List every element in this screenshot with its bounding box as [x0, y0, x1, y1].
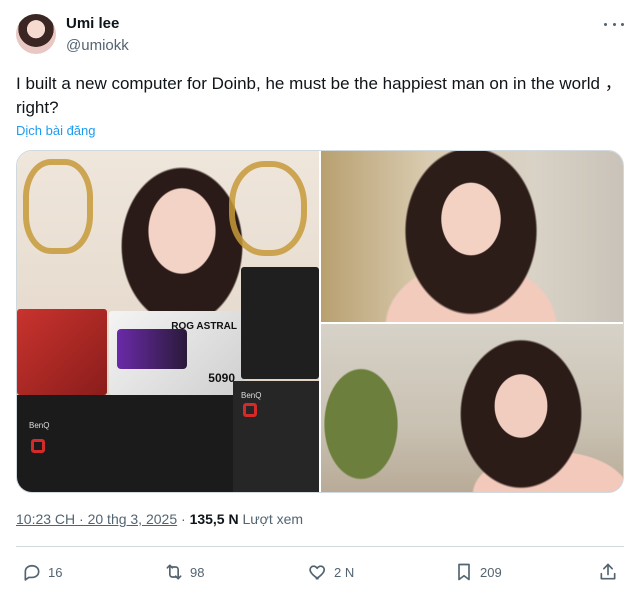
psu-box	[17, 309, 107, 395]
author-name[interactable]: Umi lee	[66, 15, 119, 32]
gpu-box-brand: ROG ASTRAL	[171, 321, 237, 332]
reply-count: 16	[48, 564, 63, 580]
retweet-count: 98	[190, 564, 205, 580]
bookmark-icon	[458, 563, 470, 581]
bookmark-count: 209	[480, 564, 502, 580]
tweet-actions: 16 98 2 N 209	[16, 558, 624, 586]
meta-separator: ·	[181, 511, 186, 527]
tweet-text: I built a new computer for Doinb, he mus…	[16, 74, 622, 117]
bookmark-button[interactable]: 209	[454, 558, 502, 586]
translate-post-link[interactable]: Dịch bài đăng	[16, 123, 96, 138]
like-count: 2 N	[334, 564, 355, 580]
zowie-logo	[31, 439, 45, 453]
author-handle[interactable]: @umiokk	[66, 37, 129, 54]
divider	[16, 546, 624, 547]
tweet-timestamp[interactable]: 10:23 CH · 20 thg 3, 2025	[16, 511, 177, 527]
retweet-button[interactable]: 98	[164, 558, 204, 586]
monitor-box-right: BenQ	[233, 381, 319, 492]
retweet-icon	[166, 564, 182, 580]
reply-icon	[24, 564, 40, 581]
views-count: 135,5 N	[189, 511, 239, 527]
gpu-box-model: 5090	[208, 371, 235, 385]
zowie-logo	[243, 403, 257, 417]
like-button[interactable]: 2 N	[308, 558, 354, 586]
heart-icon	[309, 565, 326, 580]
views-label: Lượt xem	[242, 511, 304, 527]
share-icon	[600, 563, 616, 580]
tweet-metadata: 10:23 CH · 20 thg 3, 2025 · 135,5 N Lượt…	[16, 511, 303, 527]
wall-ornament	[229, 161, 307, 256]
monitor-box-brand: BenQ	[241, 391, 262, 400]
monitor-box-brand: BenQ	[29, 421, 50, 430]
media-image-2[interactable]	[321, 151, 623, 322]
author-avatar[interactable]	[16, 14, 56, 54]
media-image-3[interactable]	[321, 324, 623, 492]
reply-button[interactable]: 16	[22, 558, 62, 586]
media-image-1[interactable]: ROG ASTRAL 5090 BenQ BenQ	[17, 151, 319, 492]
more-options-icon[interactable]	[604, 14, 624, 34]
wall-ornament	[23, 159, 93, 254]
gpu-box: ROG ASTRAL 5090	[109, 311, 245, 395]
monitor-box-left: BenQ	[17, 395, 233, 492]
share-button[interactable]	[598, 558, 618, 586]
tweet-media-grid: ROG ASTRAL 5090 BenQ BenQ	[16, 150, 624, 493]
motherboard-box	[241, 267, 319, 379]
